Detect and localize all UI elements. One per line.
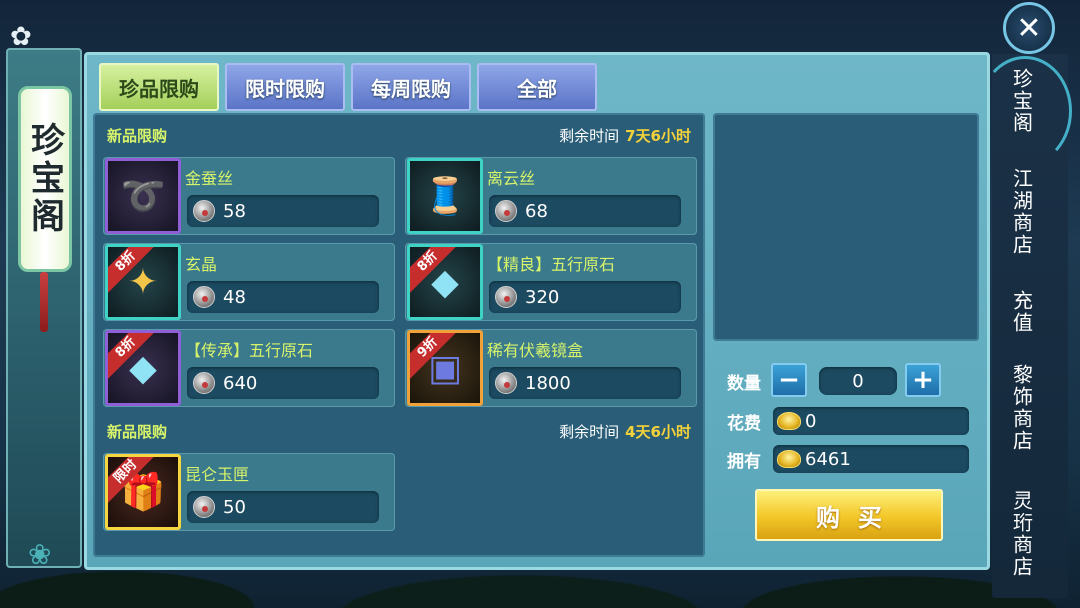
item-name: 稀有伏羲镜盒: [487, 337, 583, 361]
price-value: 58: [223, 200, 246, 222]
mirror-box-icon: ▣ 9折: [407, 330, 483, 406]
blue-gem-icon: ◆ 8折: [105, 330, 181, 406]
item-name: 【传承】五行原石: [185, 337, 313, 361]
category-tabs: 珍品限购 限时限购 每周限购 全部: [99, 63, 597, 111]
price-value: 50: [223, 496, 246, 518]
item-name-text: 五行原石: [249, 341, 314, 360]
item-quality-tag: 【传承】: [185, 341, 250, 360]
tab-treasure-limited[interactable]: 珍品限购: [99, 63, 219, 111]
nav-jianghu-shop[interactable]: 江湖商店: [992, 168, 1068, 274]
remaining-time-value: 7天6小时: [625, 126, 691, 145]
remaining-time-label: 剩余时间: [559, 126, 620, 145]
item-name-text: 玄晶: [185, 255, 218, 274]
item-name: 金蚕丝: [185, 165, 233, 189]
item-name-text: 离云丝: [487, 169, 536, 188]
section-remaining-time: 剩余时间 4天6小时: [559, 421, 691, 442]
item-quality-tag: 【精良】: [487, 255, 552, 274]
silver-coin-icon: [193, 200, 215, 222]
silver-coin-icon: [193, 372, 215, 394]
shop-side-nav: 珍宝阁 江湖商店 充值 黎饰商店 灵珩商店: [978, 54, 1072, 598]
cost-field: 0: [773, 407, 969, 435]
owned-label: 拥有: [727, 452, 761, 472]
green-silk-spool-icon: 🧵: [407, 158, 483, 234]
item-name-text: 五行原石: [551, 255, 616, 274]
increase-quantity-button[interactable]: +: [905, 363, 941, 397]
quantity-label: 数量: [727, 374, 761, 394]
section-header: 新品限购 剩余时间 4天6小时: [107, 419, 691, 443]
cost-value: 0: [805, 410, 817, 432]
golden-silk-icon: ➰: [105, 158, 181, 234]
decrease-quantity-button[interactable]: −: [771, 363, 807, 397]
item-name: 离云丝: [487, 165, 535, 189]
price-value: 68: [525, 200, 548, 222]
nav-spirit-shop[interactable]: 灵珩商店: [992, 490, 1068, 596]
shop-main-panel: 珍品限购 限时限购 每周限购 全部 新品限购 剩余时间 7天6小时 ➰ 金蚕丝 5…: [84, 52, 990, 570]
silver-coin-icon: [193, 286, 215, 308]
item-price: 1800: [489, 367, 681, 399]
item-price: 48: [187, 281, 379, 313]
shop-item[interactable]: ▣ 9折 稀有伏羲镜盒 1800: [405, 329, 697, 407]
tab-time-limited[interactable]: 限时限购: [225, 63, 345, 111]
silver-coin-icon: [495, 372, 517, 394]
shop-item[interactable]: ◆ 8折 【精良】五行原石 320: [405, 243, 697, 321]
gold-ingot-icon: [777, 450, 801, 468]
lotus-ornament-icon: ❀: [28, 538, 52, 571]
tassel-ornament: [40, 272, 48, 332]
price-value: 1800: [525, 372, 571, 394]
shop-item[interactable]: 🧵 离云丝 68: [405, 157, 697, 235]
item-price: 640: [187, 367, 379, 399]
blue-gem-icon: ◆ 8折: [407, 244, 483, 320]
item-price: 50: [187, 491, 379, 523]
buy-button[interactable]: 购买: [755, 489, 943, 541]
shop-item[interactable]: ◆ 8折 【传承】五行原石 640: [103, 329, 395, 407]
quantity-input[interactable]: 0: [819, 367, 897, 395]
nav-ornament-shop[interactable]: 黎饰商店: [992, 364, 1068, 474]
shop-item[interactable]: ➰ 金蚕丝 58: [103, 157, 395, 235]
gift-box-icon: 🎁 限时: [105, 454, 181, 530]
cost-label: 花费: [727, 414, 761, 434]
price-value: 48: [223, 286, 246, 308]
item-name-text: 金蚕丝: [185, 169, 234, 188]
silver-coin-icon: [495, 286, 517, 308]
flower-ornament-icon: ✿: [10, 22, 32, 52]
item-name-text: 昆仑玉匣: [185, 465, 250, 484]
gold-ingot-icon: [777, 412, 801, 430]
item-list-panel[interactable]: 新品限购 剩余时间 7天6小时 ➰ 金蚕丝 58 🧵 离云丝 68 ✦ 8折 玄…: [93, 113, 705, 557]
silver-coin-icon: [495, 200, 517, 222]
nav-treasure-pavilion[interactable]: 珍宝阁: [992, 68, 1068, 164]
nav-recharge[interactable]: 充值: [992, 290, 1068, 350]
silver-coin-icon: [193, 496, 215, 518]
section-remaining-time: 剩余时间 7天6小时: [559, 125, 691, 146]
section-header: 新品限购 剩余时间 7天6小时: [107, 123, 691, 147]
remaining-time-label: 剩余时间: [559, 422, 620, 441]
item-preview-panel: [713, 113, 979, 341]
item-name-text: 稀有伏羲镜盒: [487, 341, 584, 360]
section-title: 新品限购: [107, 422, 168, 441]
item-name: 昆仑玉匣: [185, 461, 249, 485]
owned-value: 6461: [805, 448, 851, 470]
item-price: 320: [489, 281, 681, 313]
shop-item[interactable]: 🎁 限时 昆仑玉匣 50: [103, 453, 395, 531]
shop-title: 珍宝阁: [24, 122, 65, 236]
owned-field: 6461: [773, 445, 969, 473]
item-name: 【精良】五行原石: [487, 251, 615, 275]
price-value: 320: [525, 286, 560, 308]
item-price: 68: [489, 195, 681, 227]
item-price: 58: [187, 195, 379, 227]
tab-weekly-limited[interactable]: 每周限购: [351, 63, 471, 111]
price-value: 640: [223, 372, 258, 394]
shop-title-lantern: 珍宝阁: [18, 86, 72, 272]
close-icon[interactable]: ✕: [1003, 2, 1055, 54]
shop-item[interactable]: ✦ 8折 玄晶 48: [103, 243, 395, 321]
golden-crystal-icon: ✦ 8折: [105, 244, 181, 320]
remaining-time-value: 4天6小时: [625, 422, 691, 441]
section-title: 新品限购: [107, 126, 168, 145]
item-name: 玄晶: [185, 251, 217, 275]
tab-all[interactable]: 全部: [477, 63, 597, 111]
